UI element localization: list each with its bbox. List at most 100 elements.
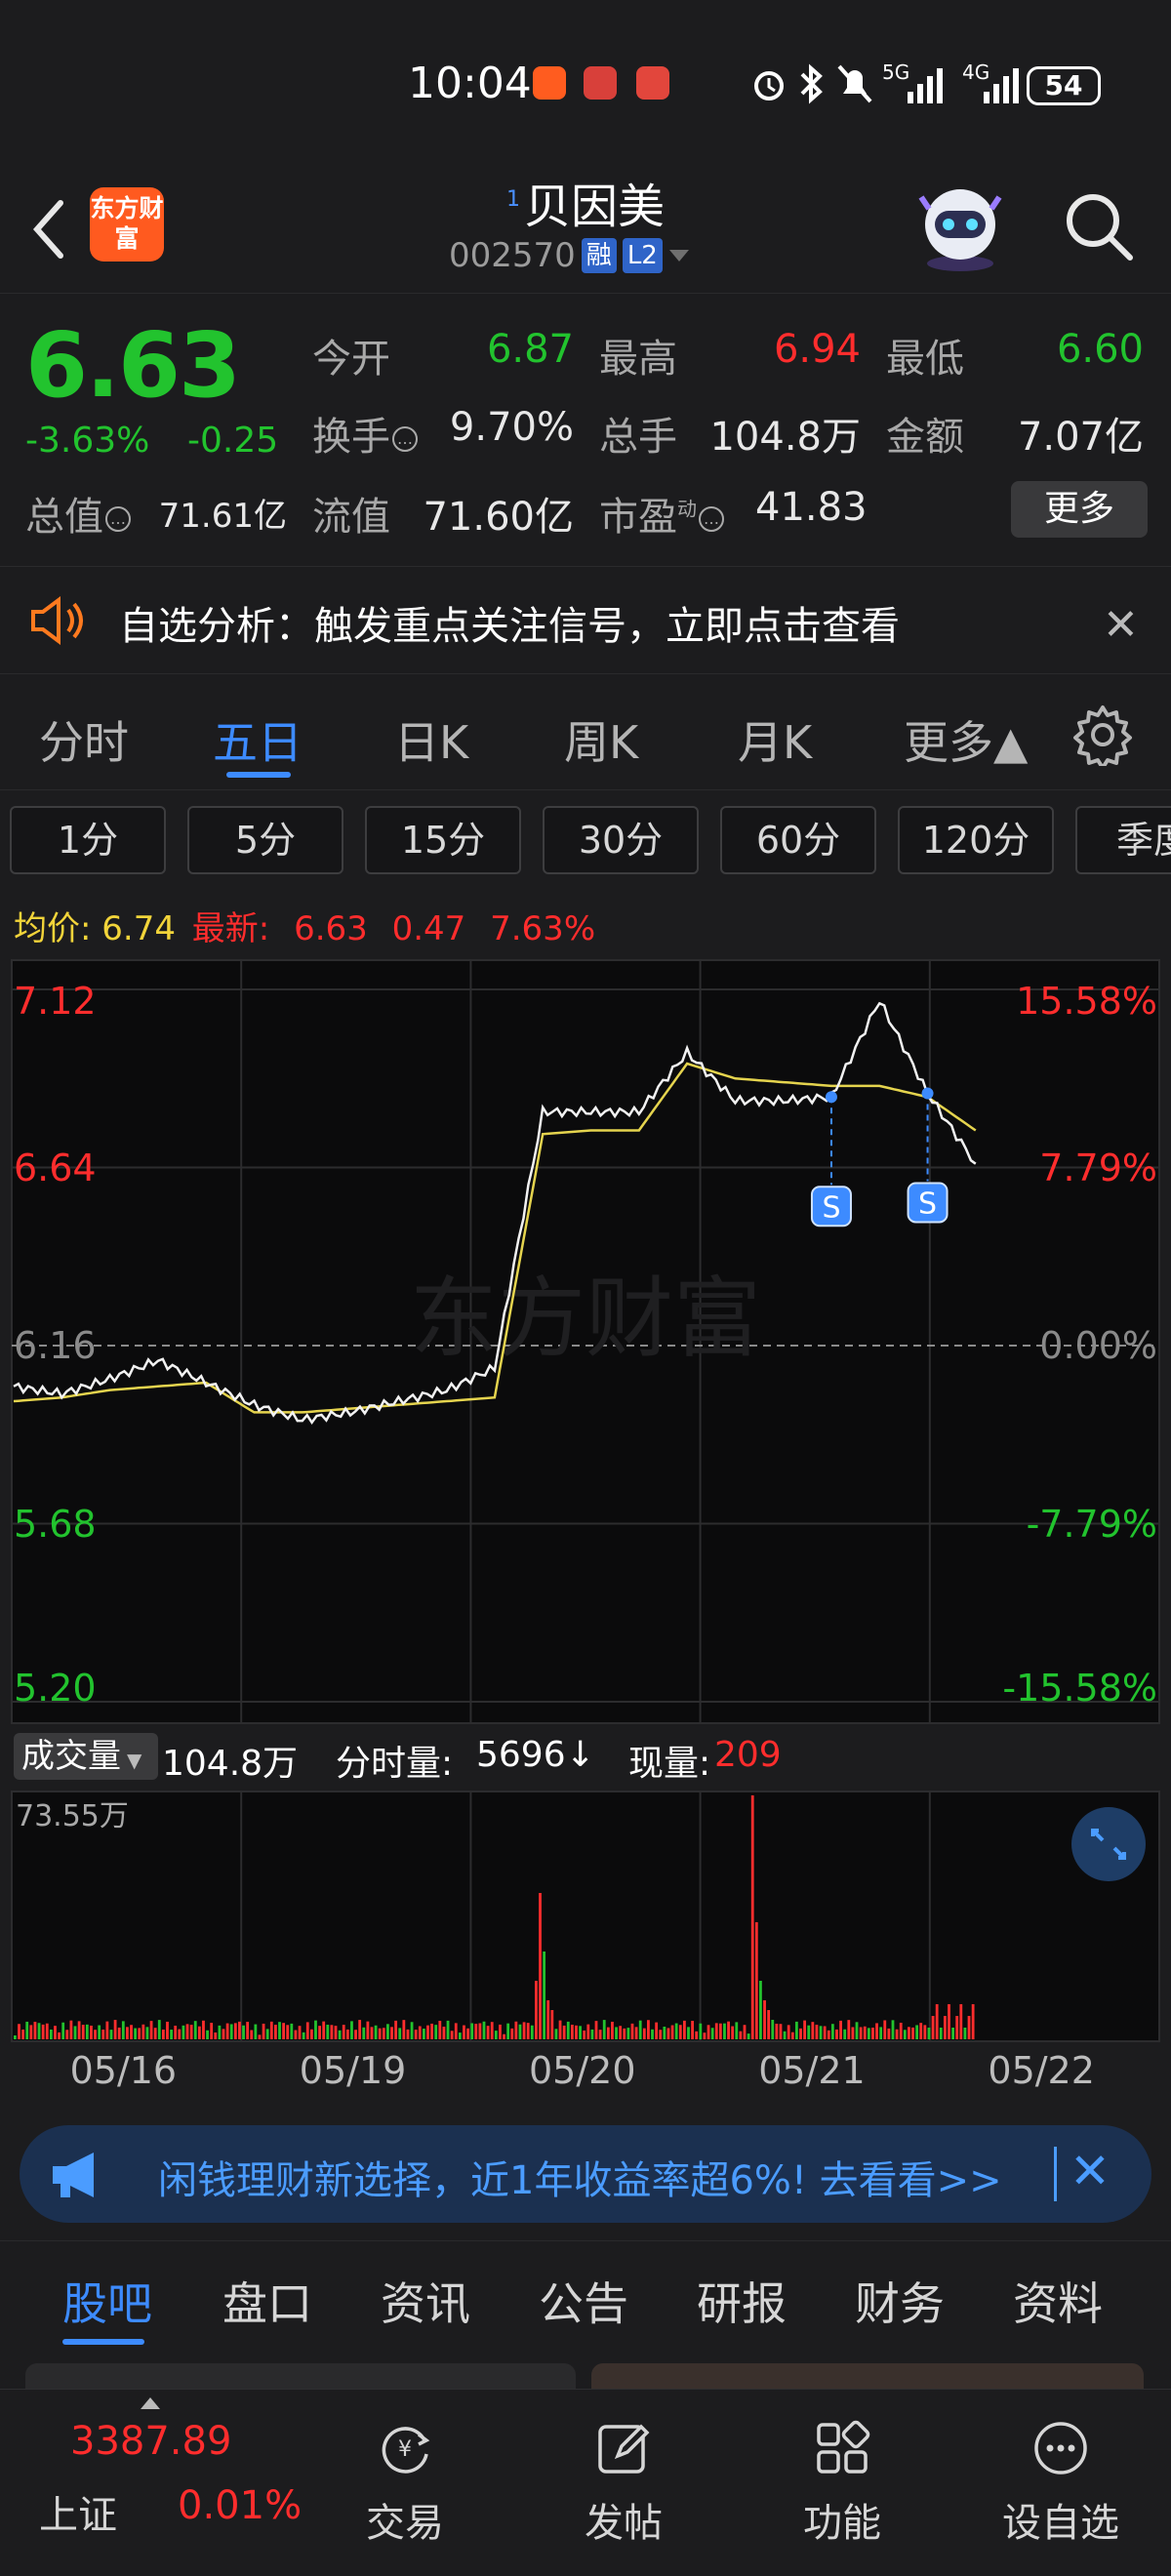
- battery-indicator: 54: [1027, 66, 1101, 105]
- interval-120min[interactable]: 120分: [898, 806, 1054, 874]
- high-label: 最高: [599, 337, 677, 382]
- volume-bar: [819, 2026, 823, 2039]
- index-value[interactable]: 3387.89: [70, 2419, 231, 2464]
- latest-label: 最新:: [191, 909, 270, 948]
- interval-15min[interactable]: 15分: [365, 806, 521, 874]
- period-tabs: 分时 五日 日K 周K 月K 更多▲: [0, 673, 1171, 790]
- nav-post[interactable]: 发帖: [541, 2390, 707, 2576]
- nav-functions[interactable]: 功能: [759, 2390, 925, 2576]
- price-chart[interactable]: 东方财富 S S 7.12 6.64 6.16 5.68 5.20 15.58% 7.79%…: [0, 958, 1171, 1729]
- search-icon[interactable]: [1062, 189, 1136, 263]
- tab-research[interactable]: 研报: [697, 2269, 787, 2333]
- tab-daily-k[interactable]: 日K: [394, 707, 468, 772]
- close-icon[interactable]: ✕: [1103, 600, 1139, 650]
- volume-bar: [130, 2025, 133, 2039]
- stock-code-row[interactable]: 002570 融 L2: [449, 236, 690, 275]
- latest-change: 0.47: [391, 909, 466, 948]
- expand-icon: [1091, 1829, 1126, 1860]
- volume-bar: [494, 2031, 498, 2039]
- tab-more[interactable]: 更多▲: [904, 707, 1028, 772]
- info-icon[interactable]: …: [392, 426, 418, 452]
- ad-banner[interactable]: 闲钱理财新选择，近1年收益率超6%! 去看看>> ✕: [20, 2125, 1151, 2223]
- volume-chart[interactable]: 73.55万: [0, 1790, 1171, 2043]
- volume-bar: [45, 2023, 49, 2039]
- volume-bar: [594, 2021, 598, 2039]
- status-time: 10:04: [408, 59, 532, 108]
- volume-bar: [707, 2025, 710, 2039]
- info-icon[interactable]: …: [105, 506, 131, 532]
- index-name[interactable]: 上证: [39, 2483, 117, 2540]
- volume-bar: [286, 2025, 290, 2039]
- robot-avatar-icon[interactable]: [911, 180, 1009, 277]
- volume-bar: [370, 2027, 374, 2039]
- interval-quarter[interactable]: 季度: [1075, 806, 1171, 874]
- more-quote-button[interactable]: 更多: [1011, 481, 1148, 538]
- tab-announcements[interactable]: 公告: [539, 2269, 628, 2333]
- volume-bar: [141, 2024, 145, 2039]
- volume-bar: [539, 1893, 542, 2039]
- float-value: 71.60亿: [423, 495, 574, 540]
- volume-bar: [943, 2016, 947, 2039]
- sell-signal-label: S: [918, 1187, 937, 1221]
- tab-intraday[interactable]: 分时: [39, 707, 129, 772]
- volume-bar: [278, 2022, 281, 2039]
- tab-monthly-k[interactable]: 月K: [738, 707, 812, 772]
- tab-profile[interactable]: 资料: [1013, 2269, 1103, 2333]
- info-icon[interactable]: …: [699, 506, 724, 532]
- interval-1min[interactable]: 1分: [10, 806, 166, 874]
- volume-bar: [634, 2027, 638, 2039]
- tab-financials[interactable]: 财务: [855, 2269, 945, 2333]
- open-label: 今开: [312, 337, 390, 382]
- tab-news[interactable]: 资讯: [381, 2269, 470, 2333]
- expand-chart-button[interactable]: [1071, 1807, 1146, 1881]
- tab-orderbook[interactable]: 盘口: [222, 2269, 312, 2333]
- nav-post-label: 发帖: [585, 2501, 663, 2546]
- volume-bar: [69, 2020, 73, 2039]
- date-tick-label: 05/16: [69, 2049, 178, 2092]
- volume-bar: [903, 2030, 907, 2039]
- volume-bar: [305, 2022, 309, 2039]
- nav-add-watchlist[interactable]: 设自选: [978, 2390, 1144, 2576]
- speaker-icon: [31, 596, 83, 645]
- interval-60min[interactable]: 60分: [720, 806, 876, 874]
- tab-forum[interactable]: 股吧: [62, 2269, 152, 2333]
- mute-bell-icon: [837, 64, 872, 103]
- svg-text:¥: ¥: [398, 2437, 412, 2462]
- volume-bar: [859, 2027, 863, 2039]
- volume-bar: [923, 2025, 927, 2039]
- volume-bar: [611, 2021, 614, 2039]
- volume-bar: [314, 2020, 317, 2039]
- volume-bar: [663, 2027, 666, 2039]
- volume-bar: [830, 2024, 834, 2039]
- signal-banner[interactable]: 自选分析：触发重点关注信号，立即点击查看 ✕: [0, 566, 1171, 673]
- volume-bar: [602, 2020, 606, 2039]
- volume-bar: [334, 2026, 338, 2039]
- volume-bar: [262, 2023, 265, 2039]
- volume-bar: [655, 2022, 659, 2039]
- gear-icon[interactable]: [1071, 704, 1134, 766]
- volume-bar: [398, 2028, 402, 2039]
- volume-header: 成交量 ▼ 104.8万 分时量: 5696↓ 现量: 209: [14, 1729, 1165, 1784]
- volume-bar: [290, 2023, 294, 2039]
- nav-trade[interactable]: ¥ 交易: [322, 2390, 488, 2576]
- volume-bar: [530, 2025, 534, 2039]
- close-icon[interactable]: ✕: [1070, 2143, 1110, 2199]
- volume-bar: [911, 2027, 914, 2039]
- volume-bar: [951, 2028, 954, 2039]
- index-change[interactable]: 0.01%: [178, 2483, 302, 2528]
- pe-sup: 动: [677, 497, 697, 521]
- tab-weekly-k[interactable]: 周K: [564, 707, 638, 772]
- volume-bar: [691, 2021, 694, 2039]
- indicator-select[interactable]: 成交量 ▼: [14, 1733, 158, 1780]
- volume-bar: [735, 2022, 739, 2039]
- volume-bar: [113, 2020, 117, 2039]
- interval-30min[interactable]: 30分: [543, 806, 699, 874]
- tab-five-day[interactable]: 五日: [213, 707, 303, 772]
- volume-bar: [170, 2030, 173, 2039]
- interval-5min[interactable]: 5分: [187, 806, 343, 874]
- volume-bar: [739, 2031, 743, 2039]
- y-tick-pct-label: 0.00%: [1039, 1324, 1157, 1367]
- volume-bar: [619, 2026, 623, 2039]
- volume-bar: [178, 2029, 182, 2039]
- volume-bar: [727, 2021, 730, 2039]
